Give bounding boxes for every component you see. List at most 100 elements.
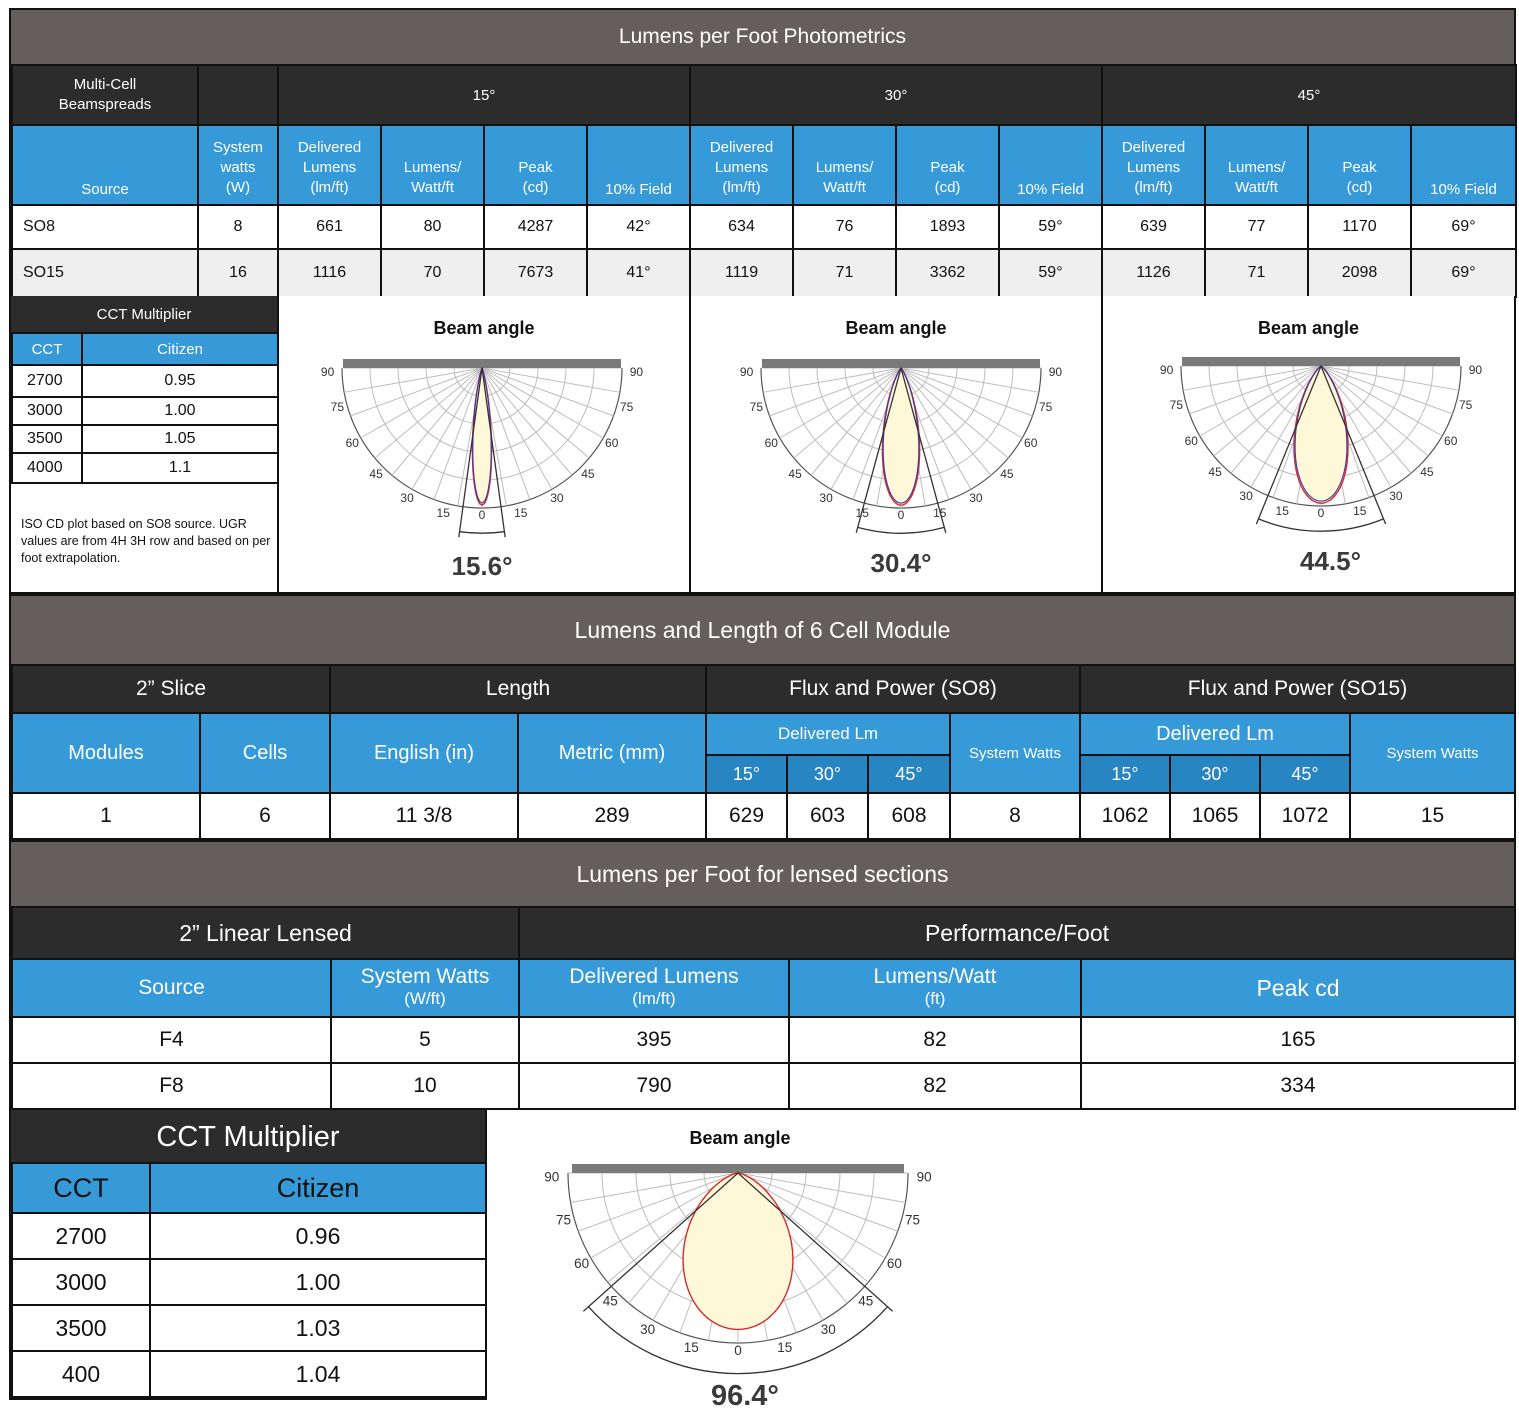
header-lumens-watt-45: Lumens/ Watt/ft (1204, 124, 1309, 206)
cct-col-header: CCT (11, 332, 83, 366)
table-row: 3000 1.00 (11, 396, 279, 426)
cell: 1072 (1259, 792, 1352, 840)
polar-angle-label: 15 (684, 1340, 699, 1355)
cell: 790 (518, 1062, 790, 1110)
beam-distribution (881, 367, 921, 506)
cct-value: 3500 (11, 424, 83, 454)
header-watts-so8: System Watts (949, 712, 1082, 794)
header-field-30: 10% Field (998, 124, 1103, 206)
header-field-15: 10% Field (586, 124, 691, 206)
cell: 1119 (689, 248, 794, 298)
cell: 15 (1349, 792, 1517, 840)
header-cells: Cells (199, 712, 331, 794)
polar-angle-label: 45 (788, 467, 802, 481)
polar-angle-label: 0 (734, 1343, 742, 1358)
header-peak-15: Peak (cd) (483, 124, 588, 206)
table-row: F8 10 790 82 334 (11, 1062, 1516, 1110)
cell: 69° (1410, 204, 1517, 250)
lensed-table: 2” Linear Lensed Performance/Foot Source… (11, 906, 1516, 1110)
fixture-bar (343, 359, 621, 368)
header-metric: Metric (mm) (516, 712, 708, 794)
header-lumens-watt-30: Lumens/ Watt/ft (792, 124, 897, 206)
table-row: 2700 0.96 (11, 1212, 487, 1260)
header-angle-45: 45° (867, 754, 952, 794)
cct-value: 4000 (11, 452, 83, 484)
cell: 1 (11, 792, 201, 840)
cell: 639 (1101, 204, 1206, 250)
citizen-value: 1.00 (81, 396, 279, 426)
header-lumens-watt-15: Lumens/ Watt/ft (380, 124, 485, 206)
beam-angle-value: 30.4° (870, 548, 932, 578)
polar-angle-label: 45 (603, 1293, 618, 1308)
header-delivered: Delivered Lumens (lm/ft) (518, 958, 790, 1018)
header-watts-so15: System Watts (1349, 712, 1517, 794)
cell: 71 (1204, 248, 1309, 298)
cell: 76 (792, 204, 897, 250)
cell: 80 (380, 204, 485, 250)
header-angle-45: 45° (1259, 754, 1352, 794)
cell: 334 (1080, 1062, 1516, 1110)
beam-distribution (682, 1172, 794, 1331)
polar-angle-label: 75 (1170, 398, 1184, 412)
header-delivered-30: Delivered Lumens (lm/ft) (689, 124, 794, 206)
polar-angle-label: 15 (856, 506, 870, 520)
polar-angle-label: 30 (400, 491, 414, 505)
cell: 69° (1410, 248, 1517, 298)
beam-angle-title: Beam angle (845, 318, 947, 338)
polar-angle-label: 75 (905, 1212, 920, 1227)
beam-panel-96: Beam angle 90 90 75 75 60 60 45 45 30 30 15 15 0 96.… (520, 1118, 960, 1412)
cell: 10 (330, 1062, 520, 1110)
polar-angle-label: 30 (969, 491, 983, 505)
polar-angle-label: 15 (777, 1340, 792, 1355)
polar-angle-label: 45 (1000, 467, 1014, 481)
header-system-watts: System watts (W) (197, 124, 279, 206)
polar-angle-label: 75 (1459, 398, 1473, 412)
header-field-45: 10% Field (1410, 124, 1517, 206)
citizen-value: 0.95 (81, 364, 279, 398)
table-row: F4 5 395 82 165 (11, 1016, 1516, 1064)
polar-angle-label: 30 (821, 1322, 836, 1337)
polar-angle-label: 15 (437, 506, 451, 520)
polar-angle-label: 75 (1039, 400, 1053, 414)
polar-angle-label: 0 (479, 508, 486, 522)
photometrics-title: Lumens per Foot Photometrics (618, 25, 907, 48)
polar-angle-label: 90 (917, 1170, 932, 1185)
section-title-module: Lumens and Length of 6 Cell Module (11, 596, 1514, 664)
group-flux-so8: Flux and Power (SO8) (705, 664, 1082, 714)
cell: 8 (949, 792, 1082, 840)
header-delivered-15: Delivered Lumens (lm/ft) (277, 124, 382, 206)
polar-angle-label: 90 (321, 365, 335, 379)
lensed-section: Lumens per Foot for lensed sections 2” L… (9, 840, 1516, 1110)
module-table: 2” Slice Length Flux and Power (SO8) Flu… (11, 664, 1517, 840)
section-title-lensed: Lumens per Foot for lensed sections (11, 842, 1514, 906)
polar-plot-96: 90 90 75 75 60 60 45 45 30 30 15 15 0 (544, 1164, 932, 1375)
header-peak-30: Peak (cd) (895, 124, 1000, 206)
cell: 1170 (1307, 204, 1412, 250)
polar-angle-label: 15 (514, 506, 528, 520)
beam-angle-arc (459, 531, 505, 534)
polar-angle-label: 60 (1444, 434, 1458, 448)
cell: 603 (786, 792, 870, 840)
cell: 1116 (277, 248, 382, 298)
polar-angle-label: 75 (556, 1212, 571, 1227)
cell: 11 3/8 (329, 792, 519, 840)
cct-note: ISO CD plot based on SO8 source. UGR val… (21, 517, 271, 565)
cell: 1893 (895, 204, 1000, 250)
beam-panel-15: Beam angle 90 90 75 75 60 60 45 45 30 30 15 15 0 15.… (279, 296, 689, 592)
beam-angle-value: 44.5° (1299, 546, 1361, 576)
cell: 82 (788, 1062, 1082, 1110)
polar-angle-label: 0 (898, 508, 905, 522)
table-row: SO15 16 1116 70 7673 41° 1119 71 3362 59… (11, 248, 1517, 298)
beam-group-45: 45° (1101, 64, 1517, 126)
polar-angle-label: 45 (369, 467, 383, 481)
polar-angle-label: 90 (740, 365, 754, 379)
header-angle-30: 30° (1169, 754, 1262, 794)
cell: 1062 (1079, 792, 1172, 840)
cell: 59° (998, 248, 1103, 298)
polar-angle-label: 60 (1024, 436, 1038, 450)
polar-angle-label: 30 (550, 491, 564, 505)
cell: 5 (330, 1016, 520, 1064)
polar-angle-label: 90 (1160, 363, 1174, 377)
beam-angle-title: Beam angle (1257, 318, 1360, 338)
cell: 70 (380, 248, 485, 298)
